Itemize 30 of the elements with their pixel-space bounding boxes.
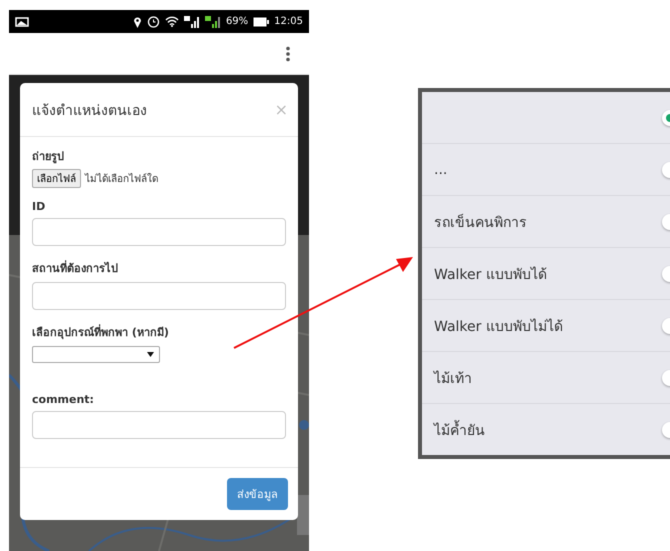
option-item[interactable]: Walker แบบพับได้ bbox=[422, 248, 670, 300]
signal-icon bbox=[204, 15, 221, 28]
signal-icon bbox=[184, 15, 200, 28]
option-item[interactable]: ... bbox=[422, 144, 670, 196]
choose-file-button[interactable]: เลือกไฟล์ bbox=[32, 169, 81, 188]
option-item[interactable]: Walker แบบพับไม่ได้ bbox=[422, 300, 670, 352]
location-icon bbox=[132, 16, 142, 28]
battery-icon bbox=[253, 16, 270, 26]
option-item[interactable]: ไม้เท้า bbox=[422, 352, 670, 404]
field-label: เลือกอุปกรณ์ที่พกพา (หากมี) bbox=[32, 323, 170, 341]
input-field[interactable] bbox=[32, 411, 286, 439]
option-item[interactable]: รถเข็นคนพิการ bbox=[422, 196, 670, 248]
field-label: ถ่ายรูป bbox=[32, 149, 65, 165]
alarm-icon bbox=[146, 15, 160, 28]
wifi-icon bbox=[164, 16, 179, 27]
file-status: ไม่ได้เลือกไฟล์ใด bbox=[85, 172, 158, 186]
field-label: สถานที่ต้องการไป bbox=[32, 259, 119, 277]
field-label: comment: bbox=[32, 393, 95, 406]
dialog-title: แจ้งตำแหน่งตนเอง bbox=[32, 102, 147, 120]
select-field[interactable] bbox=[32, 346, 160, 363]
input-field[interactable] bbox=[32, 218, 286, 246]
battery-percent: 69% bbox=[226, 16, 248, 27]
input-field[interactable] bbox=[32, 282, 286, 310]
caret-icon bbox=[147, 352, 154, 357]
image-icon bbox=[15, 16, 29, 26]
option-item[interactable]: ไม้ค้ำยัน bbox=[422, 404, 670, 455]
clock: 12:05 bbox=[274, 16, 303, 27]
field-label: ID bbox=[32, 200, 46, 213]
submit-button[interactable]: ส่งข้อมูล bbox=[227, 478, 288, 510]
overflow-menu-icon[interactable] bbox=[285, 46, 291, 62]
